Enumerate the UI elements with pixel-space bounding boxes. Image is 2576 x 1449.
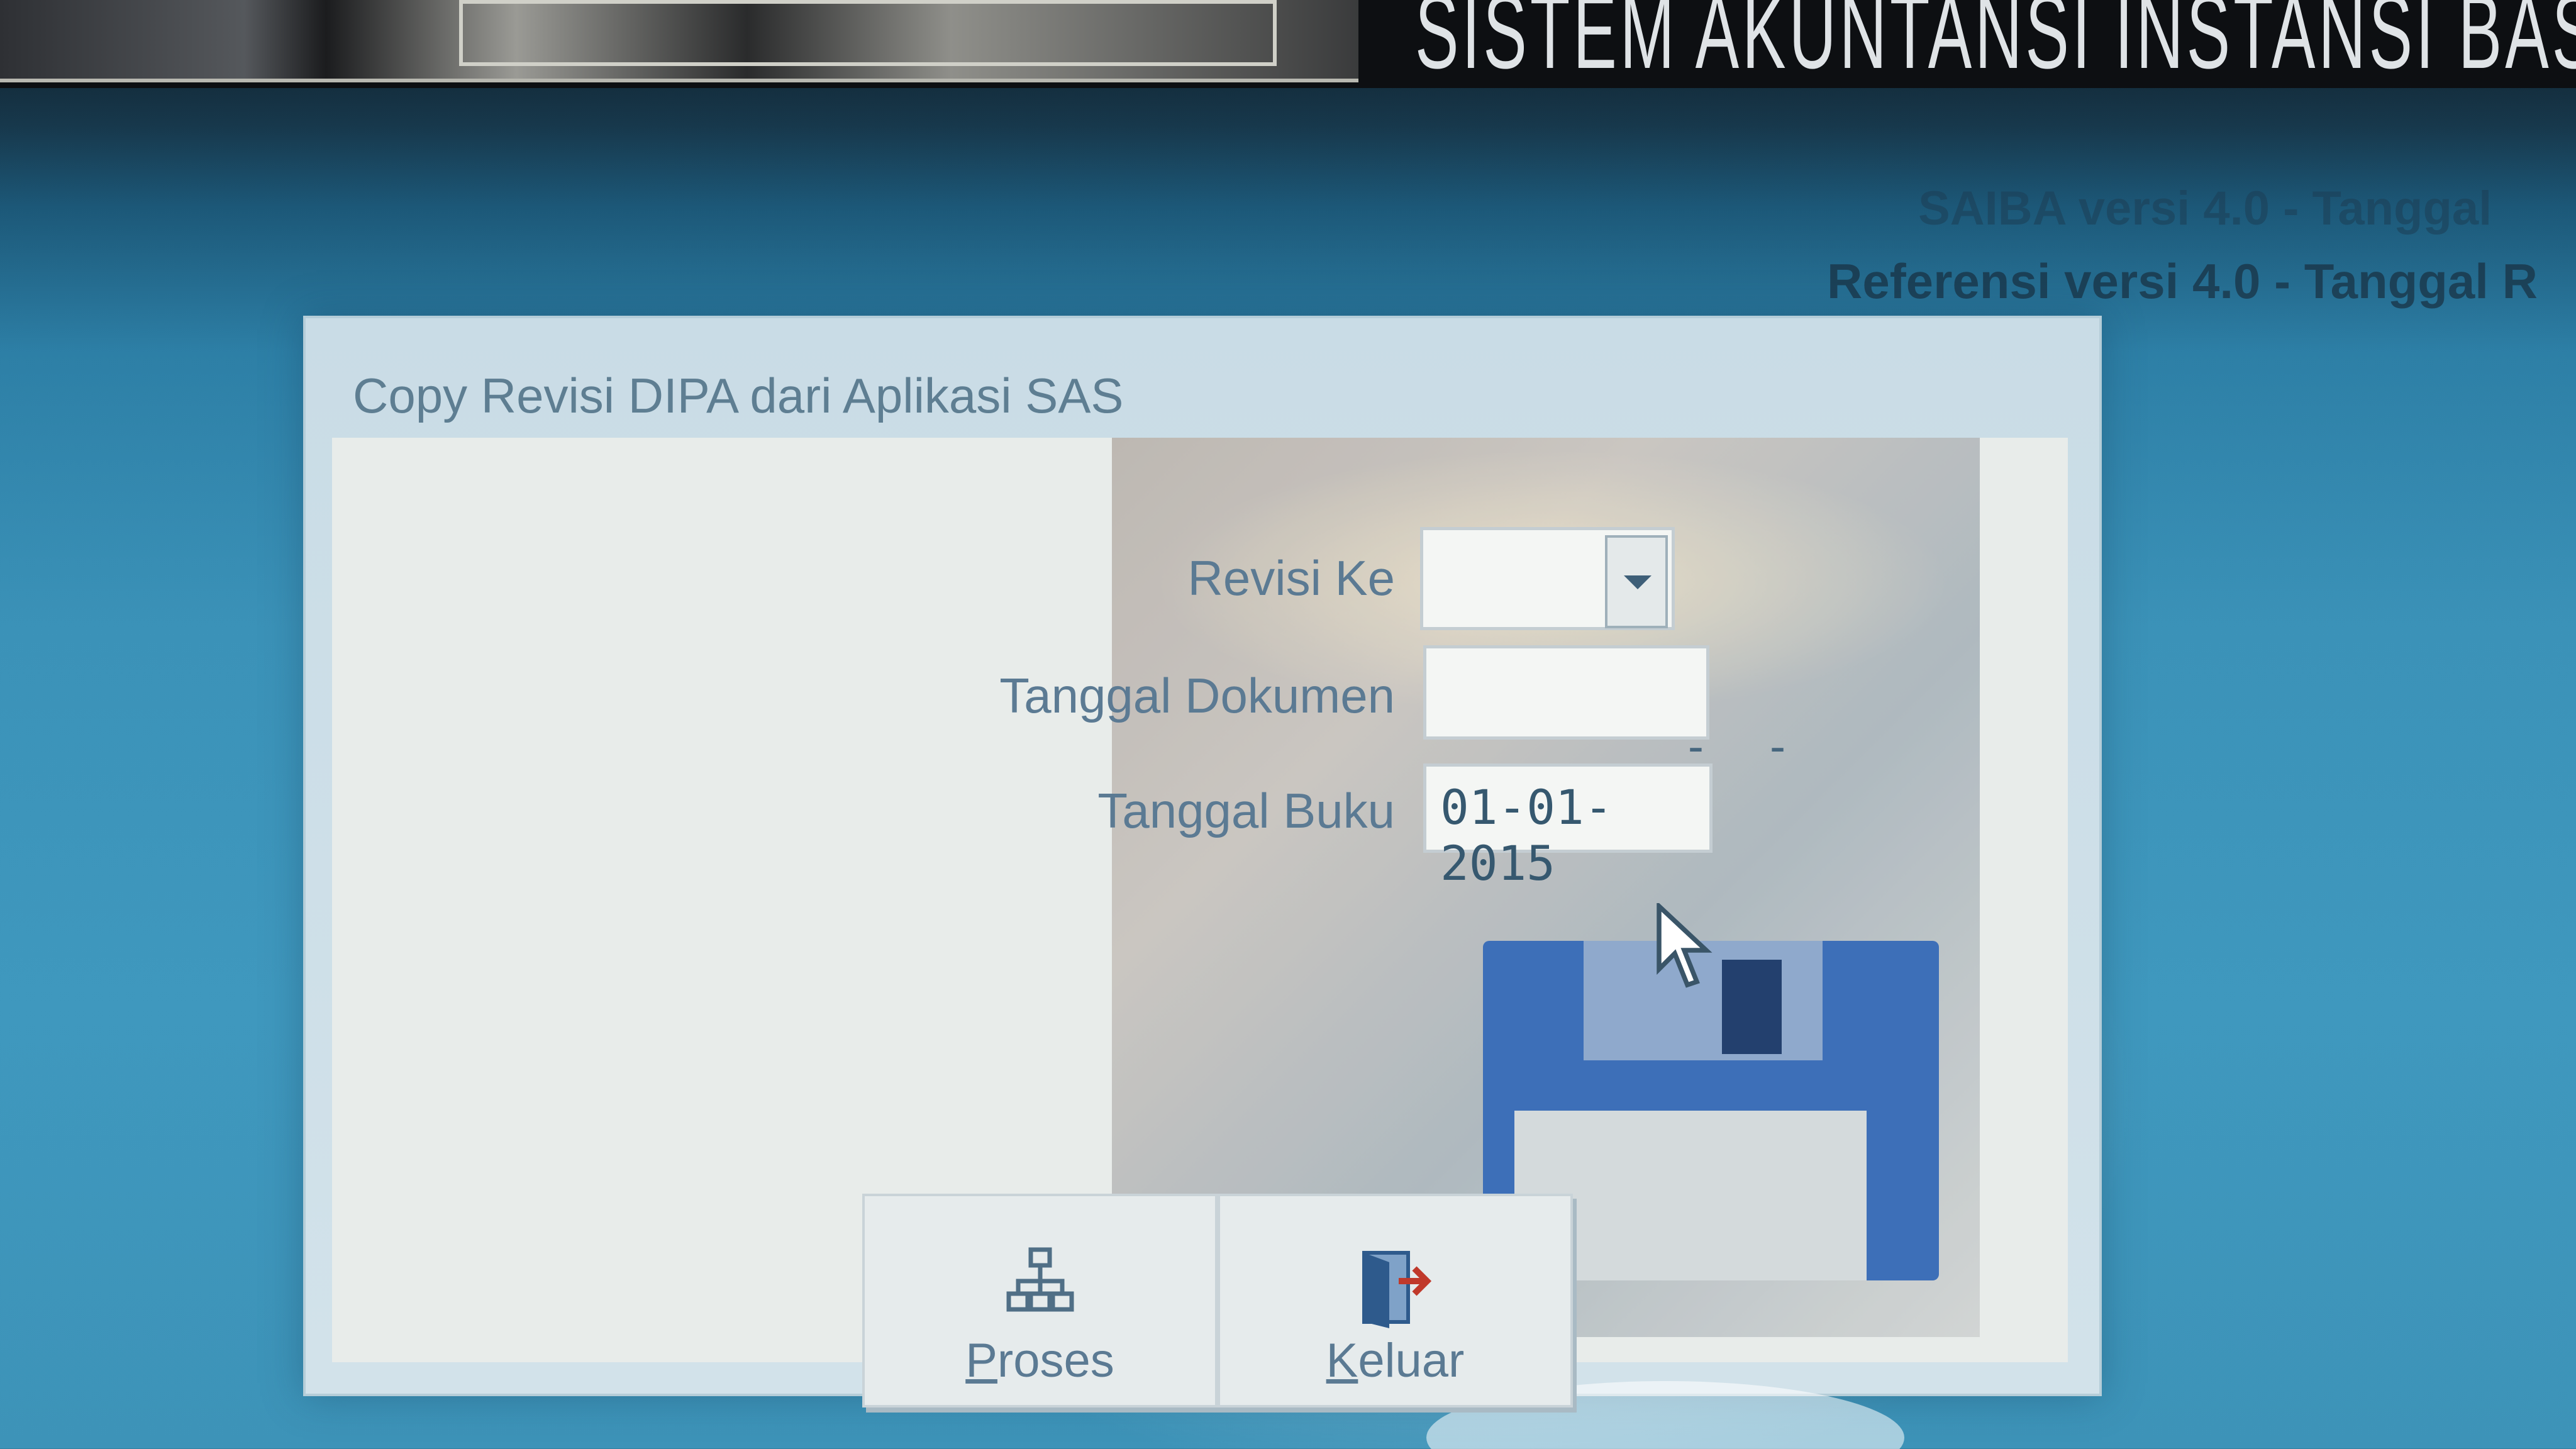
network-tree-icon	[1006, 1247, 1074, 1312]
keluar-button[interactable]: Keluar	[1218, 1194, 1573, 1407]
reference-version: Referensi versi 4.0 - Tanggal R	[1827, 253, 2538, 309]
tanggal-buku-input[interactable]: 01-01-2015	[1423, 763, 1713, 891]
app-banner: SISTEM AKUNTANSI INSTANSI BASIS	[0, 0, 2576, 91]
copy-revisi-dipa-dialog: Copy Revisi DIPA dari Aplikasi SAS Revis…	[303, 316, 2102, 1449]
app-version: SAIBA versi 4.0 - Tanggal	[1918, 182, 2492, 235]
mouse-cursor-icon	[1657, 903, 1713, 988]
exit-door-icon	[1362, 1251, 1431, 1328]
keluar-button-label: Keluar	[1326, 1334, 1465, 1387]
revisi-ke-dropdown-button[interactable]	[1605, 535, 1668, 628]
dialog-title: Copy Revisi DIPA dari Aplikasi SAS	[353, 368, 1124, 423]
tanggal-dokumen-label: Tanggal Dokumen	[999, 668, 1395, 723]
revisi-ke-label: Revisi Ke	[1187, 550, 1395, 606]
chevron-down-icon	[1624, 575, 1652, 589]
tanggal-dokumen-input[interactable]: - -	[1423, 645, 1791, 773]
tanggal-buku-label: Tanggal Buku	[1097, 783, 1395, 838]
banner-image	[0, 0, 1358, 82]
proses-button[interactable]: Proses	[862, 1194, 1218, 1407]
proses-button-label: Proses	[965, 1334, 1114, 1387]
revisi-ke-select[interactable]	[1420, 527, 1675, 630]
banner-title: SISTEM AKUNTANSI INSTANSI BASIS	[1415, 0, 2576, 91]
